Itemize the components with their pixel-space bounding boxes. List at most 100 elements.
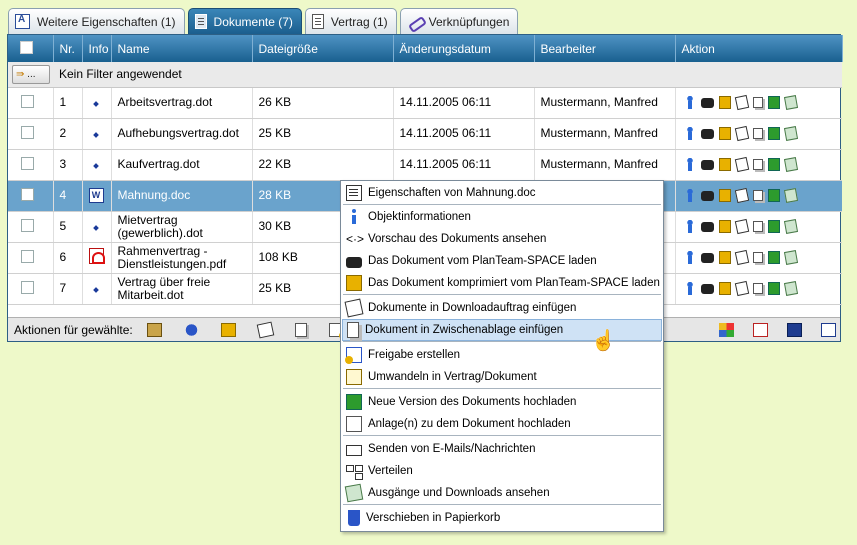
filter-button[interactable]: ⇛ ... [12, 64, 50, 84]
menu-item-download-job[interactable]: Dokumente in Downloadauftrag einfügen [342, 297, 662, 319]
export-icon[interactable] [753, 323, 768, 337]
download-icon[interactable] [718, 220, 731, 234]
outbox-icon[interactable] [783, 157, 798, 173]
binoculars-icon[interactable] [700, 97, 714, 108]
column-header-editor[interactable]: Bearbeiter [534, 35, 676, 62]
row-checkbox[interactable] [21, 218, 34, 232]
download-job-icon[interactable] [734, 126, 749, 142]
info-icon[interactable] [683, 220, 696, 234]
upload-version-icon[interactable] [767, 158, 780, 172]
binoculars-icon[interactable] [700, 128, 714, 139]
download-job-icon[interactable] [734, 281, 749, 297]
upload-version-icon[interactable] [767, 127, 780, 141]
menu-item-properties[interactable]: Eigenschaften von Mahnung.doc [342, 182, 662, 204]
save-icon[interactable] [787, 323, 802, 337]
menu-item-distribute[interactable]: Verteilen [342, 460, 662, 482]
download-icon[interactable] [718, 251, 731, 265]
menu-item-convert[interactable]: Umwandeln in Vertrag/Dokument [342, 366, 662, 388]
info-icon[interactable] [683, 251, 696, 265]
bulk-download-icon[interactable] [220, 322, 236, 337]
download-icon[interactable] [718, 127, 731, 141]
menu-item-trash[interactable]: Verschieben in Papierkorb [342, 507, 662, 529]
info-icon[interactable] [683, 282, 696, 296]
download-job-icon[interactable] [734, 250, 749, 266]
download-job-icon[interactable] [734, 188, 749, 204]
menu-item-outbox[interactable]: Ausgänge und Downloads ansehen [342, 482, 662, 504]
download-icon[interactable] [718, 282, 731, 296]
bulk-properties-icon[interactable] [146, 322, 162, 337]
outbox-icon[interactable] [783, 219, 798, 235]
table-row[interactable]: 1 Arbeitsvertrag.dot 26 KB 14.11.2005 06:11… [8, 87, 842, 119]
row-name[interactable]: Aufhebungsvertrag.dot [110, 118, 252, 150]
upload-version-icon[interactable] [767, 96, 780, 110]
clipboard-icon[interactable] [752, 128, 763, 140]
menu-item-upload-version[interactable]: Neue Version des Dokuments hochladen [342, 391, 662, 413]
clipboard-icon[interactable] [752, 252, 763, 264]
menu-item-binoculars[interactable]: Das Dokument vom PlanTeam-SPACE laden [342, 250, 662, 272]
row-name[interactable]: Mahnung.doc [110, 180, 252, 212]
column-header-nr[interactable]: Nr. [53, 35, 83, 62]
download-job-icon[interactable] [734, 219, 749, 235]
download-job-icon[interactable] [734, 95, 749, 111]
outbox-icon[interactable] [783, 188, 798, 204]
menu-item-download-compressed[interactable]: Das Dokument komprimiert vom PlanTeam-SP… [342, 272, 662, 294]
clipboard-icon[interactable] [752, 97, 763, 109]
upload-version-icon[interactable] [767, 282, 780, 296]
column-header-info[interactable]: Info [82, 35, 112, 62]
row-name[interactable]: Kaufvertrag.dot [110, 149, 252, 181]
tab-dokumente[interactable]: Dokumente (7) [187, 8, 302, 34]
clipboard-icon[interactable] [752, 159, 763, 171]
table-row[interactable]: 2 Aufhebungsvertrag.dot 25 KB 14.11.2005 06… [8, 118, 842, 150]
binoculars-icon[interactable] [700, 283, 714, 294]
info-icon[interactable] [683, 127, 696, 141]
clipboard-icon[interactable] [752, 283, 763, 295]
info-icon[interactable] [683, 158, 696, 172]
select-all-checkbox[interactable] [20, 40, 33, 54]
column-header-name[interactable]: Name [111, 35, 253, 62]
row-checkbox[interactable] [21, 125, 34, 139]
bulk-download-job-icon[interactable] [256, 321, 275, 338]
download-icon[interactable] [718, 96, 731, 110]
row-checkbox[interactable] [21, 94, 34, 108]
info-icon[interactable] [683, 96, 696, 110]
outbox-icon[interactable] [783, 126, 798, 142]
binoculars-icon[interactable] [700, 221, 714, 232]
bulk-clipboard-icon[interactable] [294, 322, 307, 337]
outbox-icon[interactable] [783, 95, 798, 111]
menu-item-preview[interactable]: <·> Vorschau des Dokuments ansehen [342, 228, 662, 250]
row-checkbox[interactable] [21, 156, 34, 170]
clipboard-icon[interactable] [752, 221, 763, 233]
column-header-date[interactable]: Änderungsdatum [393, 35, 535, 62]
menu-item-info[interactable]: Objektinformationen [342, 206, 662, 228]
binoculars-icon[interactable] [700, 190, 714, 201]
grid-view-icon[interactable] [719, 323, 734, 337]
row-checkbox[interactable] [21, 280, 34, 294]
download-icon[interactable] [718, 158, 731, 172]
download-icon[interactable] [718, 189, 731, 203]
tab-verknuepfungen[interactable]: Verknüpfungen [399, 8, 519, 34]
excel-icon[interactable] [821, 323, 836, 337]
row-name[interactable]: Mietvertrag (gewerblich).dot [110, 211, 252, 243]
binoculars-icon[interactable] [700, 159, 714, 170]
upload-version-icon[interactable] [767, 251, 780, 265]
menu-item-attachment[interactable]: Anlage(n) zu dem Dokument hochladen [342, 413, 662, 435]
menu-item-mail[interactable]: Senden von E-Mails/Nachrichten [342, 438, 662, 460]
select-all-header[interactable] [8, 35, 54, 62]
row-name[interactable]: Rahmenvertrag - Dienstleistungen.pdf [110, 242, 252, 274]
column-header-size[interactable]: Dateigröße [252, 35, 394, 62]
upload-version-icon[interactable] [767, 220, 780, 234]
row-name[interactable]: Arbeitsvertrag.dot [110, 87, 252, 119]
upload-version-icon[interactable] [767, 189, 780, 203]
clipboard-icon[interactable] [752, 190, 763, 202]
tab-weitere-eigenschaften[interactable]: Weitere Eigenschaften (1) [8, 8, 185, 34]
table-row[interactable]: 3 Kaufvertrag.dot 22 KB 14.11.2005 06:11 Mus… [8, 149, 842, 181]
row-checkbox[interactable] [21, 249, 34, 263]
outbox-icon[interactable] [783, 250, 798, 266]
bulk-help-icon[interactable] [183, 322, 199, 337]
tab-vertrag[interactable]: Vertrag (1) [304, 8, 397, 34]
download-job-icon[interactable] [734, 157, 749, 173]
binoculars-icon[interactable] [700, 252, 714, 263]
info-icon[interactable] [683, 189, 696, 203]
row-checkbox[interactable] [21, 187, 34, 201]
outbox-icon[interactable] [783, 281, 798, 297]
